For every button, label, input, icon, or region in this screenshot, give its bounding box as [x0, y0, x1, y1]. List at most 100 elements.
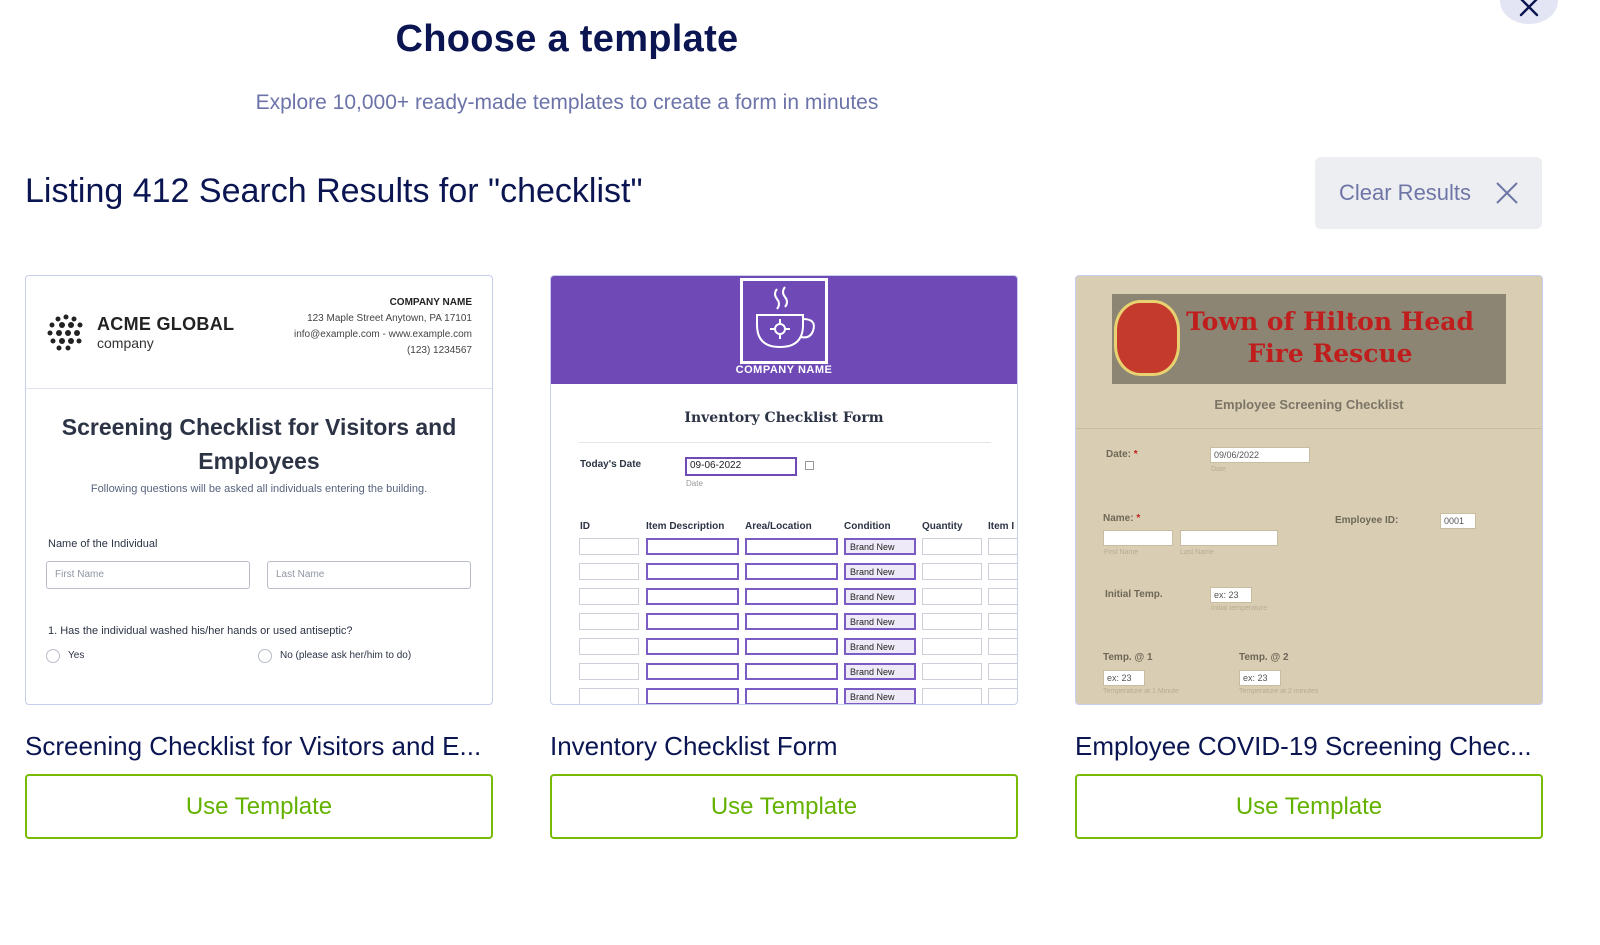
preview-form-title: Inventory Checklist Form: [684, 410, 884, 426]
preview-condition-select: Brand New: [844, 688, 916, 704]
preview-table-cell: [922, 563, 982, 580]
preview-company-name: COMPANY NAME: [735, 364, 833, 376]
preview-form-title: Employee Screening Checklist: [1214, 397, 1404, 412]
preview-table-row: Brand New: [579, 688, 1017, 704]
preview-question: 1. Has the individual washed his/her han…: [48, 625, 353, 637]
preview-temp1-label: Temp. @ 1: [1103, 652, 1153, 663]
preview-table-row: Brand New: [579, 563, 1017, 580]
preview-temp1-sublabel: Temperature at 1 Minute: [1103, 688, 1179, 695]
preview-date-sublabel: Date: [686, 479, 703, 488]
use-template-button[interactable]: Use Template: [25, 774, 493, 839]
preview-header: COMPANY NAME: [551, 276, 1017, 384]
template-title[interactable]: Employee COVID-19 Screening Chec...: [1075, 731, 1543, 762]
close-icon: [1519, 0, 1539, 17]
radio-icon: [258, 649, 272, 663]
preview-date-field: 09/06/2022: [1210, 447, 1310, 463]
preview-table-cell: [646, 613, 739, 630]
use-template-button[interactable]: Use Template: [550, 774, 1018, 839]
preview-table-row: Brand New: [579, 613, 1017, 630]
template-preview[interactable]: COMPANY NAME Inventory Checklist Form To…: [550, 275, 1018, 705]
preview-table-cell: [745, 663, 838, 680]
preview-table-cell: [579, 588, 639, 605]
preview-temp-label: Initial Temp.: [1105, 589, 1163, 600]
company-info: COMPANY NAME 123 Maple Street Anytown, P…: [294, 295, 472, 359]
preview-table-row: Brand New: [579, 538, 1017, 555]
preview-table-cell: [922, 638, 982, 655]
preview-table-cell: [745, 688, 838, 704]
close-icon: [1496, 182, 1518, 204]
page-subtitle: Explore 10,000+ ready-made templates to …: [255, 91, 879, 114]
preview-last-name: [1180, 530, 1278, 546]
preview-table-cell: [922, 613, 982, 630]
preview-table-cell: [922, 663, 982, 680]
template-preview[interactable]: ACME GLOBAL company COMPANY NAME 123 Map…: [25, 275, 493, 705]
preview-table-cell: [745, 613, 838, 630]
preview-col-header: Condition: [844, 521, 891, 532]
preview-col-header: Item I: [988, 521, 1015, 532]
globe-logo-icon: [47, 314, 83, 351]
preview-col-header: Area/Location: [745, 521, 812, 532]
results-heading: Listing 412 Search Results for "checklis…: [25, 172, 643, 210]
preview-temp2-field: ex: 23: [1239, 670, 1281, 686]
preview-table-cell: [922, 588, 982, 605]
preview-col-header: Quantity: [922, 521, 963, 532]
divider: [579, 442, 991, 443]
brand-name: ACME GLOBAL: [97, 314, 235, 334]
preview-table-cell: [646, 563, 739, 580]
preview-last-name: Last Name: [267, 561, 471, 589]
preview-table-row: Brand New: [579, 588, 1017, 605]
preview-name-label: Name of the Individual: [48, 538, 158, 550]
preview-table-cell: [745, 638, 838, 655]
preview-table-cell: [646, 538, 739, 555]
preview-table-cell: [988, 638, 1017, 655]
preview-date-label: Date: *: [1106, 449, 1138, 460]
preview-table-row: Brand New: [579, 638, 1017, 655]
preview-table-cell: [988, 688, 1017, 704]
preview-temp1-field: ex: 23: [1103, 670, 1145, 686]
preview-form-desc: Following questions will be asked all in…: [90, 483, 428, 495]
company-name: COMPANY NAME: [389, 297, 472, 308]
preview-table-cell: [579, 538, 639, 555]
preview-first-name: First Name: [46, 561, 250, 589]
preview-condition-select: Brand New: [844, 563, 916, 580]
clear-results-button[interactable]: Clear Results: [1315, 157, 1542, 229]
template-title[interactable]: Inventory Checklist Form: [550, 731, 1018, 762]
preview-table-cell: [988, 563, 1017, 580]
calendar-icon: [805, 461, 814, 470]
preview-condition-select: Brand New: [844, 663, 916, 680]
coffee-cup-logo-icon: [740, 278, 828, 364]
company-phone: (123) 1234567: [406, 345, 472, 356]
preview-table-cell: [745, 588, 838, 605]
preview-table-cell: [745, 538, 838, 555]
template-card: COMPANY NAME Inventory Checklist Form To…: [550, 275, 1018, 839]
preview-option-no: No (please ask her/him to do): [280, 650, 412, 661]
use-template-button[interactable]: Use Template: [1075, 774, 1543, 839]
close-button[interactable]: [1500, 0, 1558, 24]
preview-table-cell: [745, 563, 838, 580]
brand-sub: company: [97, 335, 154, 351]
clear-results-label: Clear Results: [1339, 180, 1472, 205]
template-card: ACME GLOBAL company COMPANY NAME 123 Map…: [25, 275, 493, 839]
divider: [1076, 428, 1542, 429]
preview-last-sublabel: Last Name: [1180, 549, 1214, 556]
preview-date-sublabel: Date: [1211, 466, 1226, 473]
preview-table-cell: [579, 638, 639, 655]
preview-temp2-sublabel: Temperature at 2 minutes: [1239, 688, 1319, 695]
preview-table-cell: [922, 688, 982, 704]
preview-col-header: Item Description: [646, 521, 725, 532]
template-preview[interactable]: Town of Hilton Head Fire Rescue Employee…: [1075, 275, 1543, 705]
preview-date-field: 09-06-2022: [685, 457, 797, 476]
preview-banner-title: Town of Hilton Head Fire Rescue: [1170, 306, 1490, 370]
banner-line1: Town of Hilton Head: [1186, 307, 1474, 336]
template-card: Town of Hilton Head Fire Rescue Employee…: [1075, 275, 1543, 839]
preview-first-sublabel: First Name: [1104, 549, 1139, 556]
radio-icon: [46, 649, 60, 663]
preview-table-cell: [646, 638, 739, 655]
preview-table-cell: [988, 613, 1017, 630]
preview-table-cell: [988, 538, 1017, 555]
name-label-text: Name:: [1103, 513, 1134, 524]
page-title: Choose a template: [395, 18, 739, 60]
preview-temp-field: ex: 23: [1210, 587, 1252, 603]
template-title[interactable]: Screening Checklist for Visitors and E..…: [25, 731, 493, 762]
preview-condition-select: Brand New: [844, 538, 916, 555]
